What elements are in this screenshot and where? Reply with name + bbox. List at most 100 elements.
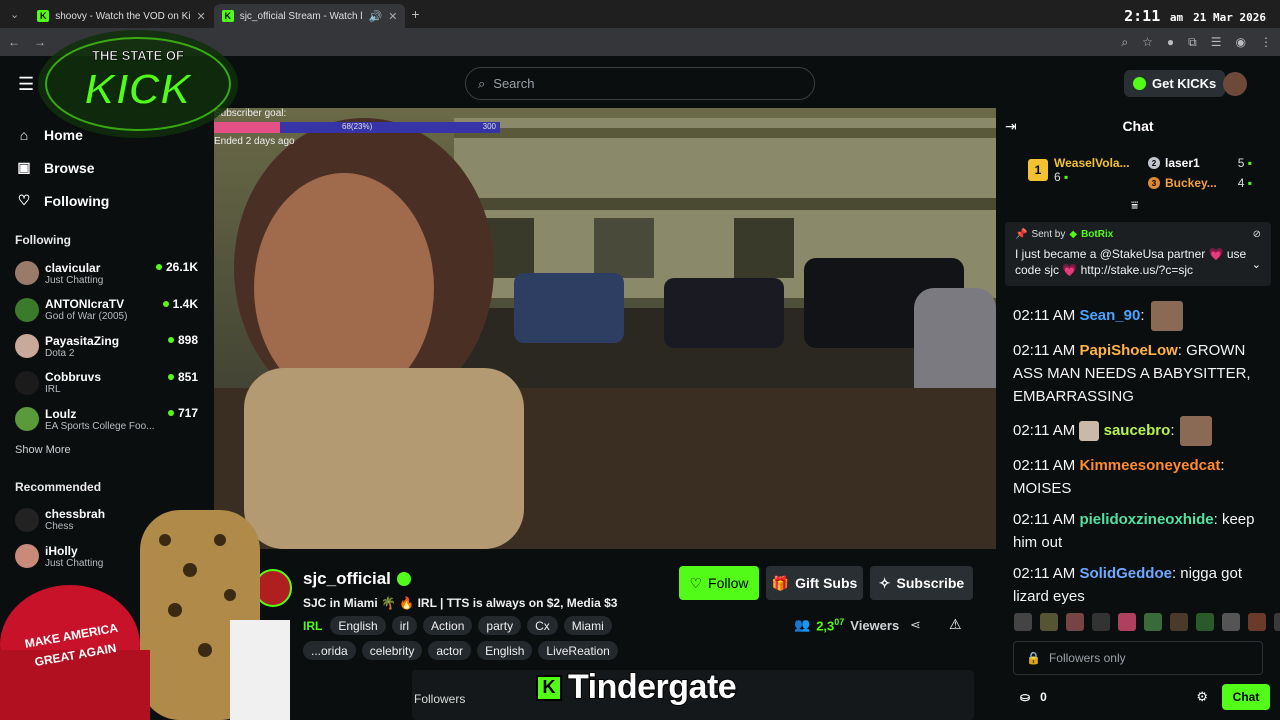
nav-label: Following [44,192,110,209]
list-item[interactable]: clavicular Just Chatting 26.1K [0,255,214,292]
share-icon[interactable]: ⋖ [910,617,921,633]
top-gifter-2[interactable]: 2 laser1 5 ▪ [1148,156,1252,170]
message-separator: : [1220,457,1225,474]
channel-category: Just Chatting [45,274,104,286]
browser-menu-icon[interactable]: ⋮ [1260,35,1272,50]
points-icon[interactable]: ⛀ [1020,690,1030,704]
get-kicks-button[interactable]: Get KICKs [1124,70,1226,97]
pinned-sender: BotRix [1081,229,1114,240]
send-chat-button[interactable]: Chat [1222,684,1270,710]
tag-chip[interactable]: actor [428,641,472,660]
gifter-count: 6 [1054,170,1061,184]
tag-chip[interactable]: Miami [563,616,612,635]
list-item[interactable]: Loulz EA Sports College Foo... 717 [0,401,214,438]
tag-chip[interactable]: irl [391,616,418,635]
tag-chip[interactable]: English [477,641,533,660]
heart-icon: ♡ [689,574,703,591]
tab-list-icon[interactable]: ⌄ [10,8,19,21]
list-item[interactable]: Cobbruvs IRL 851 [0,365,214,402]
report-icon[interactable]: ⚠ [949,616,962,633]
expand-leaderboard-icon[interactable]: ⩸ [1131,198,1138,213]
zoom-icon[interactable]: ⌕ [1121,35,1128,50]
category-link[interactable]: IRL [303,619,322,633]
hide-pin-icon[interactable]: ⊘ [1253,229,1261,240]
live-dot-icon [167,410,174,416]
viewer-count: 898 [167,333,198,347]
video-player[interactable] [214,108,996,549]
extension-icon[interactable]: ● [1167,35,1174,50]
message-username[interactable]: pielidoxzineoxhide [1079,511,1213,528]
clock-date: 21 Mar 2026 [1193,11,1266,24]
close-tab-icon[interactable]: ✕ [388,10,397,23]
show-more-link[interactable]: Show More [0,444,214,456]
gifter-count: 5 [1237,156,1245,170]
chat-message: 02:11 AM pielidoxzineoxhide: keep him ou… [1013,508,1267,554]
close-tab-icon[interactable]: ✕ [196,10,205,23]
tag-chip[interactable]: party [478,616,522,635]
reading-list-icon[interactable]: ☰ [1211,35,1222,50]
gifter-name: laser1 [1165,156,1200,170]
webcam-overlay: MAKE AMERICA GREAT AGAIN [0,510,290,720]
back-icon[interactable]: ← [8,35,20,49]
profile-icon[interactable]: ◉ [1236,35,1246,50]
new-tab-icon[interactable]: + [411,6,419,22]
follow-button[interactable]: ♡ Follow [679,566,759,600]
emote-icon[interactable] [1170,613,1188,631]
stream-caption-overlay: K Tindergate [536,667,738,707]
emote-icon[interactable] [1144,613,1162,631]
emote-icon[interactable] [1014,613,1032,631]
tag-chip[interactable]: LiveReation [538,641,618,660]
chevron-down-icon[interactable]: ⌄ [1252,258,1261,271]
emote-icon[interactable] [1118,613,1136,631]
bookmark-star-icon[interactable]: ☆ [1142,35,1153,50]
emote-icon[interactable] [1196,613,1214,631]
audio-icon[interactable]: 🔊 [369,10,383,23]
sent-by-label: Sent by [1031,229,1066,240]
extensions-puzzle-icon[interactable]: ⧉ [1188,35,1197,50]
menu-icon[interactable]: ☰ [18,74,34,95]
stream-title: SJC in Miami 🌴 🔥 IRL | TTS is always on … [303,596,618,610]
message-timestamp: 02:11 AM [1013,565,1076,582]
message-username[interactable]: PapiShoeLow [1079,342,1177,359]
gift-subs-button[interactable]: 🎁 Gift Subs [766,566,863,600]
message-username[interactable]: saucebro [1104,422,1171,439]
emote-icon[interactable] [1222,613,1240,631]
viewer-count: 717 [167,406,198,420]
chat-input[interactable]: 🔒 Followers only [1013,641,1263,675]
sidebar-item-browse[interactable]: ▣ Browse [16,151,214,184]
list-item[interactable]: ANTONIcraTV God of War (2005) 1.4K [0,292,214,329]
emote-icon[interactable] [1040,613,1058,631]
emote-icon[interactable] [1248,613,1266,631]
kick-favicon-icon: K [37,10,50,22]
tag-chip[interactable]: English [330,616,386,635]
sidebar-item-following[interactable]: ♡ Following [16,184,214,217]
emote-icon[interactable] [1092,613,1110,631]
message-username[interactable]: Kimmeesoneyedcat [1079,457,1220,474]
subscribe-button[interactable]: ✧ Subscribe [870,566,973,600]
browser-tab-2[interactable]: K sjc_official Stream - Watch l 🔊 ✕ [213,4,406,28]
state-of-kick-logo: THE STATE OF KICK [38,30,238,138]
emote-icon[interactable] [1066,613,1084,631]
tag-chip[interactable]: Cx [527,616,558,635]
list-item[interactable]: PayasitaZing Dota 2 898 [0,328,214,365]
emote-icon[interactable] [1274,613,1280,631]
message-username[interactable]: Sean_90 [1079,307,1140,324]
stream-tags: IRL English irl Action party Cx Miami [303,616,612,635]
tag-chip[interactable]: Action [423,616,473,635]
tag-chip[interactable]: ...orida [303,641,356,660]
top-gifter-1[interactable]: 1 WeaselVola... 6 ▪ [1028,156,1130,184]
user-avatar[interactable] [1223,72,1247,96]
chat-message: 02:11 AM Kimmeesoneyedcat: MOISES [1013,454,1267,500]
collapse-chat-icon[interactable]: ⇥ [1005,118,1017,135]
streamer-name[interactable]: sjc_official [303,569,411,589]
gift-label: Gift Subs [795,575,858,591]
search-input[interactable]: ⌕ Search [465,67,815,100]
rank-badge: 2 [1148,157,1160,169]
stream-tags-row2: ...orida celebrity actor English LiveRea… [303,641,618,660]
channel-category: Dota 2 [45,347,75,359]
top-gifter-3[interactable]: 3 Buckey... 4 ▪ [1148,176,1252,190]
gift-icon: ▪ [1247,156,1252,170]
tag-chip[interactable]: celebrity [361,641,423,660]
message-username[interactable]: SolidGeddoe [1079,565,1172,582]
gear-icon[interactable]: ⚙ [1196,689,1208,705]
